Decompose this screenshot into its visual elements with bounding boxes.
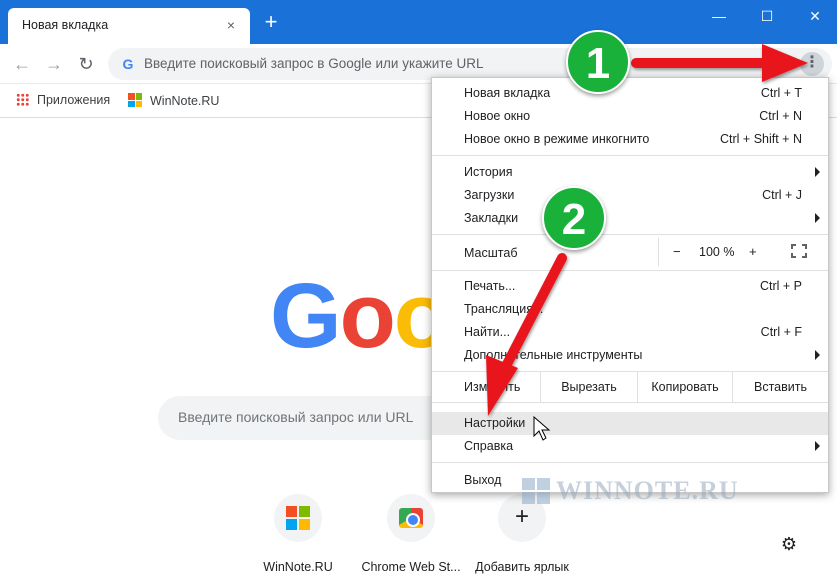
menu-item-label: Найти...: [464, 325, 511, 339]
menu-item-shortcut: Ctrl + N: [759, 109, 802, 123]
step-badge-2: 2: [542, 186, 606, 250]
menu-item-downloads[interactable]: Загрузки Ctrl + J: [432, 184, 828, 207]
shortcut-label: Chrome Web St...: [361, 560, 461, 574]
menu-divider: [432, 155, 828, 156]
menu-item-label: Выход: [464, 473, 502, 487]
menu-item-label: Дополнительные инструменты: [464, 348, 643, 362]
omnibox-placeholder[interactable]: Введите поисковый запрос в Google или ук…: [144, 56, 484, 71]
paste-button[interactable]: Вставить: [732, 372, 828, 402]
menu-item-label: Печать...: [464, 279, 516, 293]
shortcut-label: Добавить ярлык: [475, 560, 569, 574]
menu-edit-row: Изменить Вырезать Копировать Вставить: [432, 372, 828, 402]
shortcut-chrome-web-store[interactable]: Chrome Web St...: [361, 494, 461, 574]
tab-title: Новая вкладка: [22, 18, 109, 32]
shortcut-tile: [274, 494, 322, 542]
menu-item-label: Изменить: [464, 380, 521, 394]
menu-item-label: Настройки: [464, 416, 526, 430]
search-placeholder: Введите поисковый запрос или URL: [178, 409, 414, 425]
menu-item-shortcut: Ctrl + T: [760, 86, 802, 100]
menu-zoom-row: Масштаб − 100 % +: [432, 238, 828, 266]
fullscreen-icon[interactable]: [791, 244, 807, 258]
menu-item-label: Закладки: [464, 211, 519, 225]
menu-item-shortcut: Ctrl + J: [762, 188, 802, 202]
google-g-icon: G: [122, 56, 134, 72]
tab-close-icon[interactable]: ×: [222, 16, 240, 34]
maximize-button[interactable]: ☐: [744, 4, 790, 28]
menu-item-more-tools[interactable]: Дополнительные инструменты: [432, 344, 828, 367]
watermark-text: WINNOTE.RU: [556, 476, 739, 505]
menu-item-shortcut: Ctrl + Shift + N: [720, 132, 802, 146]
menu-item-print[interactable]: Печать... Ctrl + P: [432, 275, 828, 298]
menu-item-incognito[interactable]: Новое окно в режиме инкогнито Ctrl + Shi…: [432, 128, 828, 151]
zoom-in-button[interactable]: +: [749, 244, 757, 259]
back-arrow-icon[interactable]: ←: [10, 52, 34, 76]
watermark-logo-icon: [522, 478, 550, 504]
windows-logo-icon: [286, 506, 310, 530]
menu-divider: [432, 402, 828, 403]
bookmark-winnote[interactable]: WinNote.RU: [128, 93, 219, 108]
shortcut-add[interactable]: + Добавить ярлык: [472, 494, 572, 574]
menu-item-help[interactable]: Справка: [432, 435, 828, 458]
bookmark-apps[interactable]: Приложения: [16, 93, 110, 107]
menu-item-settings[interactable]: Настройки: [432, 412, 828, 435]
zoom-out-button[interactable]: −: [673, 244, 681, 259]
forward-arrow-icon[interactable]: →: [42, 52, 66, 76]
apps-grid-icon: [16, 93, 29, 106]
tab-new-tab[interactable]: Новая вкладка ×: [8, 8, 250, 44]
windows-logo-icon: [128, 93, 142, 107]
title-bar: Новая вкладка × + — ☐ ✕: [0, 0, 837, 44]
copy-button[interactable]: Копировать: [637, 372, 732, 402]
close-window-button[interactable]: ✕: [792, 4, 837, 28]
minimize-button[interactable]: —: [696, 4, 742, 28]
step-badge-1: 1: [566, 30, 630, 94]
menu-item-shortcut: Ctrl + P: [759, 279, 802, 293]
menu-divider: [432, 234, 828, 235]
menu-item-label: Масштаб: [464, 246, 518, 260]
shortcut-winnote[interactable]: WinNote.RU: [248, 494, 348, 574]
shortcut-label: WinNote.RU: [263, 560, 333, 574]
menu-item-label: Новое окно: [464, 109, 531, 123]
menu-item-find[interactable]: Найти... Ctrl + F: [432, 321, 828, 344]
menu-item-history[interactable]: История: [432, 161, 828, 184]
menu-item-label: История: [464, 165, 513, 179]
menu-item-label: Справка: [464, 439, 514, 453]
chrome-main-menu: Новая вкладка Ctrl + T Новое окно Ctrl +…: [431, 77, 829, 493]
menu-item-label: Загрузки: [464, 188, 515, 202]
submenu-arrow-icon: [815, 167, 820, 177]
new-tab-button[interactable]: +: [260, 11, 282, 34]
bookmark-label: WinNote.RU: [150, 94, 220, 108]
menu-dots-icon[interactable]: ⋮: [800, 52, 824, 76]
gear-icon[interactable]: ⚙: [779, 534, 799, 554]
menu-item-label: Новая вкладка: [464, 86, 551, 100]
reload-icon[interactable]: ↻: [74, 52, 98, 76]
submenu-arrow-icon: [815, 213, 820, 223]
bookmark-label: Приложения: [37, 93, 111, 107]
menu-item-label: Трансляция...: [464, 302, 544, 316]
omnibox[interactable]: G Введите поисковый запрос в Google или …: [108, 48, 832, 80]
zoom-level: 100 %: [699, 245, 735, 259]
menu-divider: [432, 270, 828, 271]
google-logo-letter: o: [339, 265, 396, 367]
menu-item-bookmarks[interactable]: Закладки: [432, 207, 828, 230]
cut-button[interactable]: Вырезать: [540, 372, 637, 402]
google-logo: Goo: [270, 270, 450, 362]
menu-item-label: Новое окно в режиме инкогнито: [464, 132, 650, 146]
zoom-controls: − 100 % +: [658, 238, 828, 266]
menu-item-cast[interactable]: Трансляция...: [432, 298, 828, 321]
menu-item-new-window[interactable]: Новое окно Ctrl + N: [432, 105, 828, 128]
submenu-arrow-icon: [815, 441, 820, 451]
shortcut-tile: [387, 494, 435, 542]
menu-item-new-tab[interactable]: Новая вкладка Ctrl + T: [432, 82, 828, 105]
menu-divider: [432, 462, 828, 463]
menu-item-shortcut: Ctrl + F: [760, 325, 802, 339]
google-logo-letter: G: [270, 265, 342, 367]
chrome-web-store-icon: [399, 508, 423, 528]
submenu-arrow-icon: [815, 350, 820, 360]
